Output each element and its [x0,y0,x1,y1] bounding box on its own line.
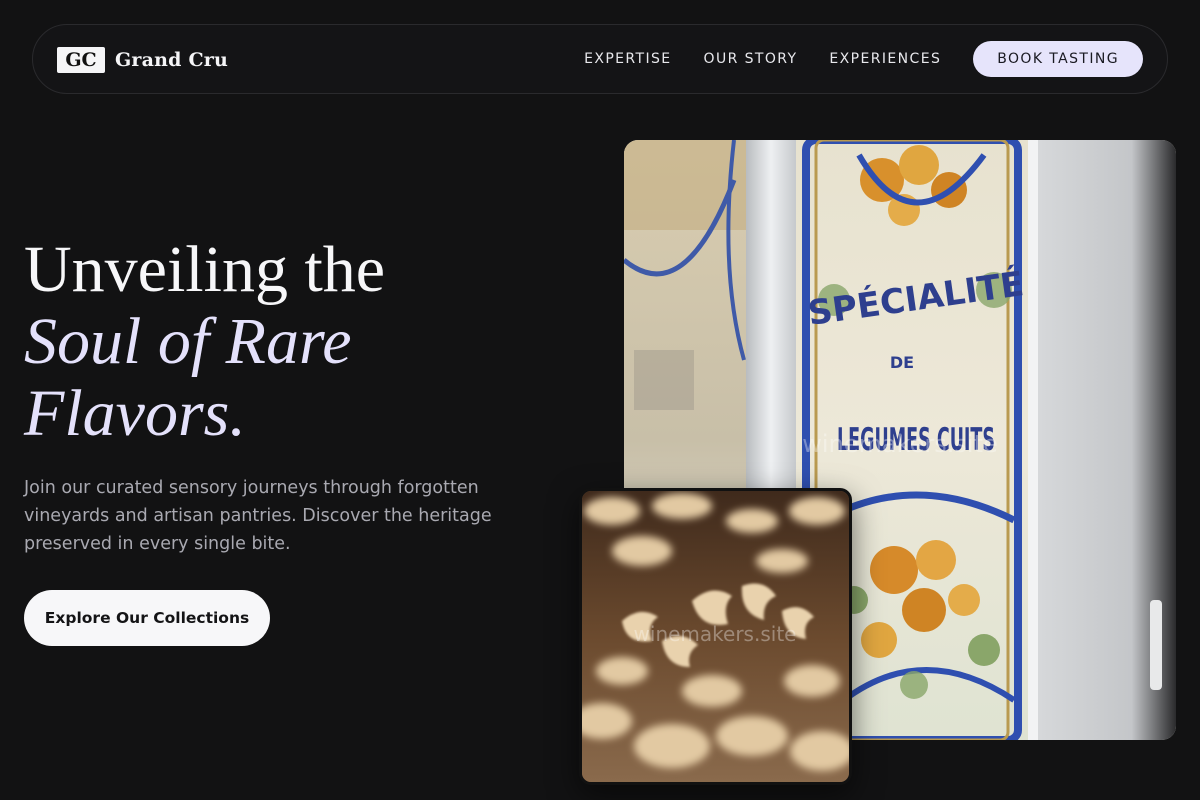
brand-logo[interactable]: GC Grand Cru [57,47,228,73]
cashews-photo: winemakers.site [579,488,852,785]
explore-collections-button[interactable]: Explore Our Collections [24,590,270,646]
hero-title-line-2: Soul of Rare [24,305,352,378]
cashews-illustration: winemakers.site [582,491,849,782]
small-photo-watermark: winemakers.site [634,622,797,646]
book-tasting-button[interactable]: BOOK TASTING [973,41,1143,77]
brand-monogram: GC [57,47,105,73]
nav-link-expertise[interactable]: EXPERTISE [584,51,671,67]
nav-link-experiences[interactable]: EXPERIENCES [829,51,941,67]
hero-title-line-3: Flavors. [24,377,246,450]
hero-description: Join our curated sensory journeys throug… [24,478,492,554]
nav-link-our-story[interactable]: OUR STORY [704,51,798,67]
hero-title-line-1: Unveiling the [24,233,386,306]
hero-title: Unveiling the Soul of Rare Flavors. [24,234,385,450]
sign-text-de: DE [890,353,914,372]
main-photo-watermark: winemakers.site [802,430,998,458]
nav-links: EXPERTISE OUR STORY EXPERIENCES BOOK TAS… [584,41,1143,77]
top-navbar: GC Grand Cru EXPERTISE OUR STORY EXPERIE… [32,24,1168,94]
brand-name: Grand Cru [115,49,229,71]
